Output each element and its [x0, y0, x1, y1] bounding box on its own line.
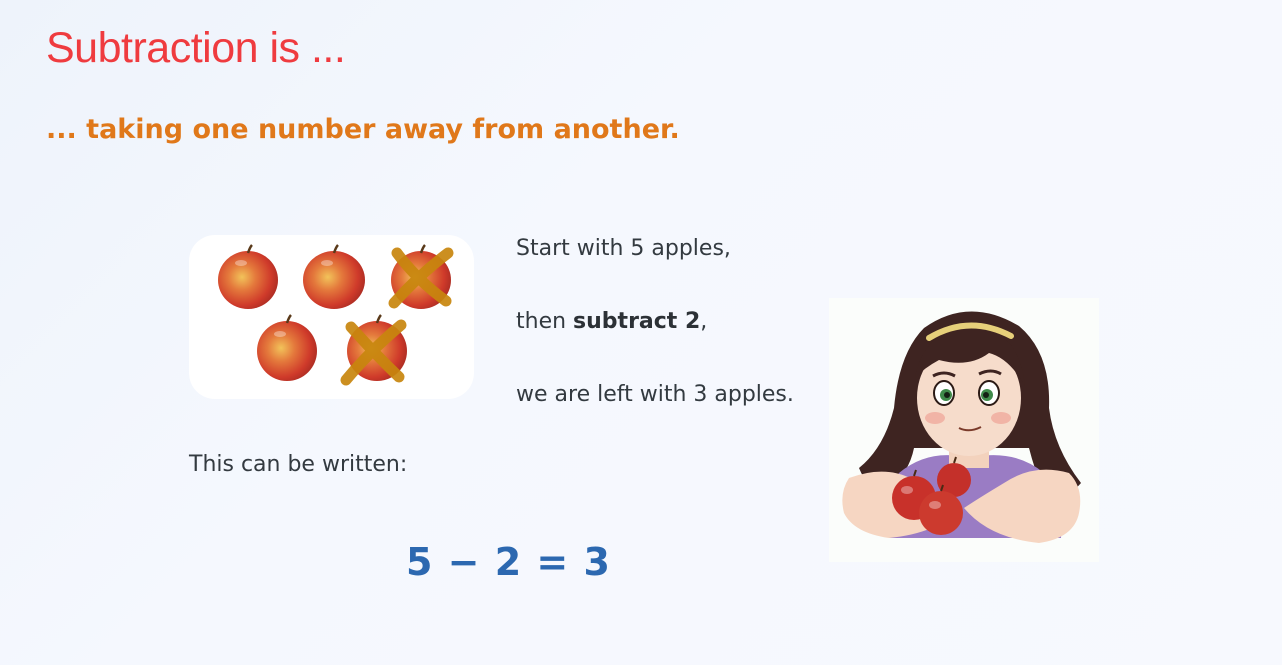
apple-4	[257, 314, 317, 381]
girl-illustration	[829, 298, 1099, 562]
page-title: Subtraction is ...	[46, 24, 346, 72]
apples-crossed-out-icon	[218, 244, 454, 386]
step-subtract-prefix: then	[516, 309, 574, 334]
lesson-slide: Subtraction is ... ... taking one number…	[0, 0, 1282, 665]
apples-card	[189, 235, 474, 399]
page-subtitle: ... taking one number away from another.	[46, 114, 680, 145]
step-subtract-suffix: ,	[700, 309, 708, 334]
step-result: we are left with 3 apples.	[516, 382, 794, 407]
steps-text: Start with 5 apples, then subtract 2, we…	[516, 234, 794, 453]
apple-2	[303, 244, 365, 309]
equation: 5 − 2 = 3	[406, 540, 611, 584]
apple-1	[218, 244, 278, 309]
step-subtract: then subtract 2,	[516, 307, 794, 380]
girl-holding-apples-icon	[842, 311, 1081, 543]
step-subtract-bold: subtract 2	[573, 309, 701, 334]
written-label: This can be written:	[189, 452, 408, 477]
step-start: Start with 5 apples,	[516, 236, 731, 261]
